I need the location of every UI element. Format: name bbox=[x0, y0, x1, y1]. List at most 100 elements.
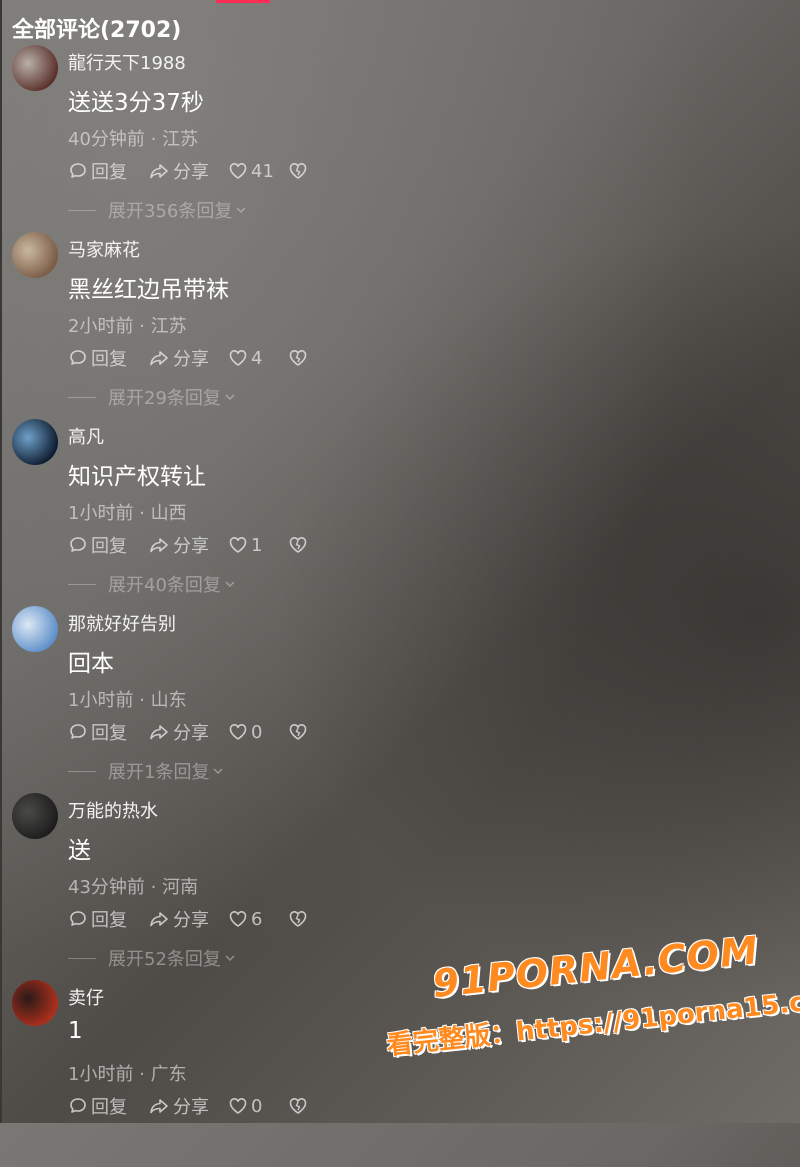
like-button[interactable]: 0 bbox=[228, 1096, 288, 1117]
reply-label: 回复 bbox=[91, 162, 127, 183]
comments-header: 全部评论(2702) bbox=[12, 18, 182, 43]
like-button[interactable]: 0 bbox=[228, 722, 288, 743]
share-arrow-icon bbox=[150, 164, 168, 179]
comment-item: 龍行天下1988 送送3分37秒 40分钟前 · 江苏 回复 分享 41 展开3… bbox=[12, 45, 772, 232]
expand-divider bbox=[68, 396, 96, 398]
expand-replies-button[interactable]: 展开1条回复 bbox=[68, 758, 225, 784]
reply-label: 回复 bbox=[91, 536, 127, 557]
expand-divider bbox=[68, 209, 96, 211]
like-button[interactable]: 4 bbox=[228, 348, 288, 369]
reply-label: 回复 bbox=[91, 349, 127, 370]
reply-label: 回复 bbox=[91, 910, 127, 931]
expand-replies-button[interactable]: 展开52条回复 bbox=[68, 945, 237, 971]
comment-text: 知识产权转让 bbox=[68, 464, 206, 490]
comment-item: 马家麻花 黑丝红边吊带袜 2小时前 · 江苏 回复 分享 4 展开29条回复 bbox=[12, 232, 772, 419]
expand-replies-button[interactable]: 展开356条回复 bbox=[68, 197, 248, 223]
comment-username[interactable]: 那就好好告别 bbox=[68, 610, 176, 636]
like-button[interactable]: 41 bbox=[228, 161, 288, 182]
avatar[interactable] bbox=[12, 793, 58, 839]
reply-button[interactable]: 回复 bbox=[68, 906, 148, 932]
speech-bubble-icon bbox=[70, 911, 86, 926]
like-count: 1 bbox=[251, 534, 263, 556]
heart-icon bbox=[229, 1098, 247, 1114]
reply-button[interactable]: 回复 bbox=[68, 345, 148, 371]
avatar[interactable] bbox=[12, 419, 58, 465]
broken-heart-icon bbox=[289, 537, 307, 553]
comment-meta: 40分钟前 · 江苏 bbox=[68, 129, 199, 150]
left-edge bbox=[0, 0, 2, 1123]
chevron-down-icon bbox=[225, 581, 235, 588]
expand-label: 展开52条回复 bbox=[108, 949, 221, 970]
broken-heart-icon bbox=[289, 163, 307, 179]
share-arrow-icon bbox=[150, 1099, 168, 1114]
share-button[interactable]: 分享 bbox=[148, 158, 228, 184]
chevron-down-icon bbox=[213, 768, 223, 775]
comment-text: 黑丝红边吊带袜 bbox=[68, 277, 229, 303]
reply-button[interactable]: 回复 bbox=[68, 719, 148, 745]
comment-actions: 回复 分享 4 bbox=[68, 346, 308, 370]
dislike-button[interactable] bbox=[288, 161, 308, 181]
comment-username[interactable]: 马家麻花 bbox=[68, 236, 140, 262]
expand-divider bbox=[68, 770, 96, 772]
broken-heart-icon bbox=[289, 911, 307, 927]
expand-replies-button[interactable]: 展开29条回复 bbox=[68, 384, 237, 410]
share-button[interactable]: 分享 bbox=[148, 345, 228, 371]
avatar[interactable] bbox=[12, 980, 58, 1026]
broken-heart-icon bbox=[289, 724, 307, 740]
share-label: 分享 bbox=[173, 1097, 209, 1118]
speech-bubble-icon bbox=[70, 163, 86, 178]
avatar[interactable] bbox=[12, 606, 58, 652]
comment-username[interactable]: 龍行天下1988 bbox=[68, 49, 186, 75]
comment-actions: 回复 分享 41 bbox=[68, 159, 308, 183]
comment-item: 那就好好告别 回本 1小时前 · 山东 回复 分享 0 展开1条回复 bbox=[12, 606, 772, 793]
comment-meta: 1小时前 · 广东 bbox=[68, 1064, 187, 1085]
share-label: 分享 bbox=[173, 536, 209, 557]
reply-button[interactable]: 回复 bbox=[68, 1093, 148, 1119]
reply-button[interactable]: 回复 bbox=[68, 158, 148, 184]
dislike-button[interactable] bbox=[288, 909, 308, 929]
dislike-button[interactable] bbox=[288, 535, 308, 555]
like-count: 41 bbox=[251, 160, 274, 182]
dislike-button[interactable] bbox=[288, 348, 308, 368]
heart-icon bbox=[229, 537, 247, 553]
broken-heart-icon bbox=[289, 1098, 307, 1114]
comment-item: 高凡 知识产权转让 1小时前 · 山西 回复 分享 1 展开40条回复 bbox=[12, 419, 772, 606]
share-arrow-icon bbox=[150, 351, 168, 366]
comment-actions: 回复 分享 1 bbox=[68, 533, 308, 557]
expand-replies-button[interactable]: 展开40条回复 bbox=[68, 571, 237, 597]
share-button[interactable]: 分享 bbox=[148, 906, 228, 932]
comment-text: 1 bbox=[68, 1018, 83, 1044]
like-button[interactable]: 1 bbox=[228, 535, 288, 556]
comment-actions: 回复 分享 0 bbox=[68, 720, 308, 744]
comment-actions: 回复 分享 0 bbox=[68, 1094, 308, 1118]
heart-icon bbox=[229, 724, 247, 740]
share-button[interactable]: 分享 bbox=[148, 719, 228, 745]
expand-label: 展开1条回复 bbox=[108, 762, 210, 783]
tab-indicator bbox=[216, 0, 270, 3]
heart-icon bbox=[229, 911, 247, 927]
share-arrow-icon bbox=[150, 725, 168, 740]
expand-divider bbox=[68, 583, 96, 585]
comment-username[interactable]: 高凡 bbox=[68, 423, 104, 449]
comment-meta: 2小时前 · 江苏 bbox=[68, 316, 187, 337]
comment-meta: 1小时前 · 山东 bbox=[68, 690, 187, 711]
share-button[interactable]: 分享 bbox=[148, 1093, 228, 1119]
avatar[interactable] bbox=[12, 232, 58, 278]
comment-meta: 43分钟前 · 河南 bbox=[68, 877, 199, 898]
dislike-button[interactable] bbox=[288, 722, 308, 742]
dislike-button[interactable] bbox=[288, 1096, 308, 1116]
share-label: 分享 bbox=[173, 162, 209, 183]
comment-username[interactable]: 卖仔 bbox=[68, 984, 104, 1010]
avatar[interactable] bbox=[12, 45, 58, 91]
like-count: 0 bbox=[251, 721, 263, 743]
comment-text: 回本 bbox=[68, 651, 114, 677]
like-button[interactable]: 6 bbox=[228, 909, 288, 930]
speech-bubble-icon bbox=[70, 537, 86, 552]
share-button[interactable]: 分享 bbox=[148, 532, 228, 558]
speech-bubble-icon bbox=[70, 724, 86, 739]
expand-divider bbox=[68, 957, 96, 959]
like-count: 0 bbox=[251, 1095, 263, 1117]
reply-button[interactable]: 回复 bbox=[68, 532, 148, 558]
comment-username[interactable]: 万能的热水 bbox=[68, 797, 158, 823]
share-label: 分享 bbox=[173, 723, 209, 744]
